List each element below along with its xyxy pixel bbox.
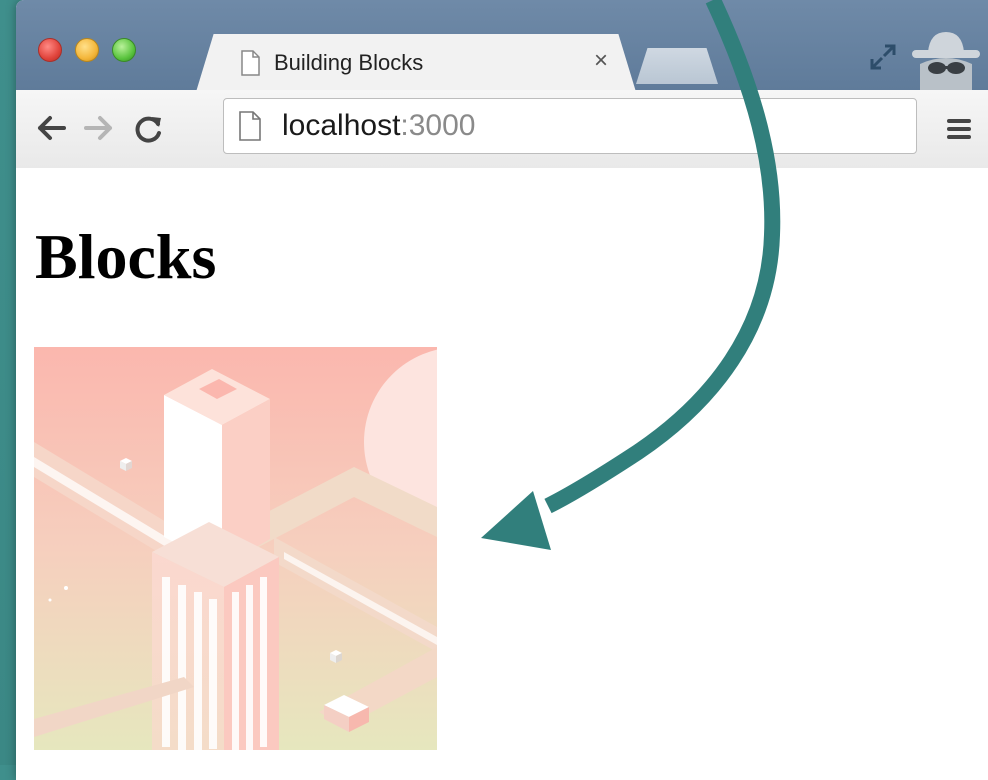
url-text: localhost:3000: [282, 109, 475, 143]
incognito-icon: [912, 32, 980, 90]
minimize-window-button[interactable]: [75, 38, 99, 62]
back-arrow-icon[interactable]: [34, 114, 68, 142]
reload-icon[interactable]: [134, 114, 164, 144]
url-port: :3000: [400, 109, 476, 142]
page-icon: [239, 111, 261, 141]
maximize-window-button[interactable]: [112, 38, 136, 62]
building-blocks-image: [34, 347, 437, 750]
fullscreen-icon[interactable]: [868, 42, 898, 72]
tab-title: Building Blocks: [274, 50, 424, 75]
page-icon: [241, 50, 260, 76]
tab-close-button[interactable]: ×: [594, 47, 608, 75]
address-bar[interactable]: localhost:3000: [223, 98, 917, 154]
forward-arrow-icon[interactable]: [82, 114, 116, 142]
close-window-button[interactable]: [38, 38, 62, 62]
browser-window: Building Blocks × localhost:3000 Blocks: [16, 0, 988, 780]
menu-icon[interactable]: [946, 116, 972, 142]
browser-toolbar: localhost:3000: [16, 90, 988, 169]
page-content: Blocks: [16, 168, 988, 780]
page-title: Blocks: [35, 221, 217, 292]
new-tab-button[interactable]: [636, 48, 718, 84]
title-bar: Building Blocks ×: [16, 0, 988, 92]
url-host: localhost: [282, 109, 401, 142]
tab-building-blocks[interactable]: Building Blocks ×: [196, 34, 636, 92]
